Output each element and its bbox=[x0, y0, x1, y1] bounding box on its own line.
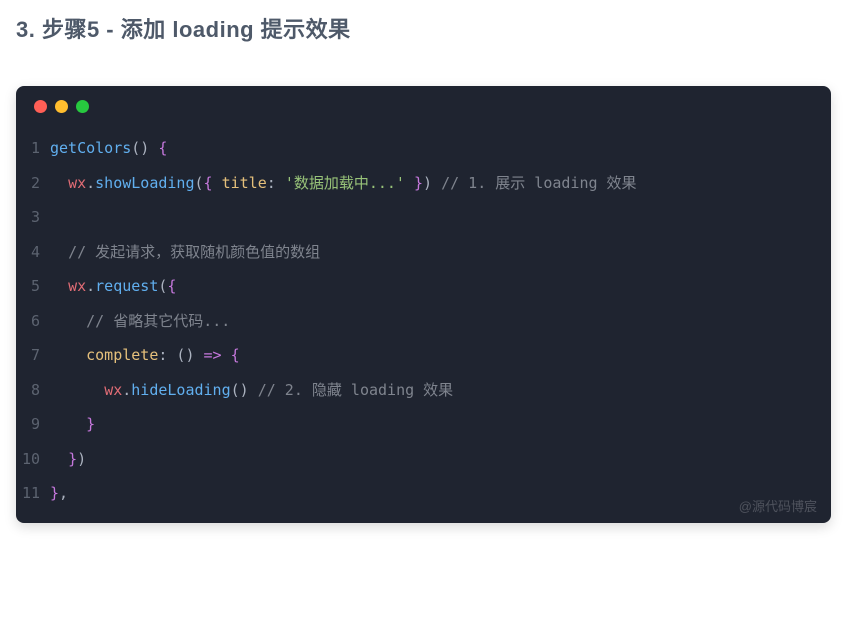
code-token: { bbox=[167, 277, 176, 295]
line-content: getColors() { bbox=[50, 131, 831, 166]
code-line: 8 wx.hideLoading() // 2. 隐藏 loading 效果 bbox=[16, 373, 831, 408]
code-token: { bbox=[204, 174, 213, 192]
line-number: 8 bbox=[16, 373, 50, 408]
code-token bbox=[50, 312, 86, 330]
code-token: . bbox=[86, 277, 95, 295]
code-token: : () bbox=[158, 346, 203, 364]
line-number: 1 bbox=[16, 131, 50, 166]
line-content: complete: () => { bbox=[50, 338, 831, 373]
line-number: 6 bbox=[16, 304, 50, 339]
line-number: 5 bbox=[16, 269, 50, 304]
line-content: wx.request({ bbox=[50, 269, 831, 304]
code-token: // 省略其它代码... bbox=[86, 312, 230, 330]
code-line: 4 // 发起请求，获取随机颜色值的数组 bbox=[16, 235, 831, 270]
section-heading: 3. 步骤5 - 添加 loading 提示效果 bbox=[0, 0, 847, 44]
code-token: ) bbox=[423, 174, 441, 192]
code-area[interactable]: 1getColors() {2 wx.showLoading({ title: … bbox=[16, 123, 831, 523]
code-token: , bbox=[59, 484, 68, 502]
code-line: 6 // 省略其它代码... bbox=[16, 304, 831, 339]
line-content: wx.showLoading({ title: '数据加载中...' }) //… bbox=[50, 166, 831, 201]
code-token bbox=[50, 381, 104, 399]
traffic-light-yellow-icon bbox=[55, 100, 68, 113]
traffic-light-red-icon bbox=[34, 100, 47, 113]
line-number: 3 bbox=[16, 200, 50, 235]
code-token: request bbox=[95, 277, 158, 295]
code-line: 1getColors() { bbox=[16, 131, 831, 166]
code-token bbox=[222, 346, 231, 364]
code-token: wx bbox=[68, 277, 86, 295]
code-token bbox=[50, 174, 68, 192]
code-line: 10 }) bbox=[16, 442, 831, 477]
traffic-light-green-icon bbox=[76, 100, 89, 113]
code-token: . bbox=[122, 381, 131, 399]
code-block: 1getColors() {2 wx.showLoading({ title: … bbox=[16, 86, 831, 523]
line-content bbox=[50, 200, 831, 235]
code-token bbox=[50, 277, 68, 295]
code-token: { bbox=[231, 346, 240, 364]
code-token bbox=[50, 346, 86, 364]
code-line: 3 bbox=[16, 200, 831, 235]
line-number: 9 bbox=[16, 407, 50, 442]
line-content: }, bbox=[50, 476, 831, 511]
code-token: wx bbox=[104, 381, 122, 399]
line-number: 10 bbox=[16, 442, 50, 477]
code-token bbox=[50, 243, 68, 261]
code-token: . bbox=[86, 174, 95, 192]
code-line: 11}, bbox=[16, 476, 831, 511]
code-token: } bbox=[414, 174, 423, 192]
code-token: title bbox=[222, 174, 267, 192]
code-token: ( bbox=[195, 174, 204, 192]
code-token: // 2. 隐藏 loading 效果 bbox=[258, 381, 453, 399]
code-token: hideLoading bbox=[131, 381, 230, 399]
line-content: // 发起请求，获取随机颜色值的数组 bbox=[50, 235, 831, 270]
code-token bbox=[213, 174, 222, 192]
line-content: // 省略其它代码... bbox=[50, 304, 831, 339]
code-token bbox=[405, 174, 414, 192]
code-token: } bbox=[50, 484, 59, 502]
code-token: '数据加载中...' bbox=[285, 174, 405, 192]
line-number: 11 bbox=[16, 476, 50, 511]
code-token: showLoading bbox=[95, 174, 194, 192]
line-content: } bbox=[50, 407, 831, 442]
code-token: => bbox=[204, 346, 222, 364]
code-token: complete bbox=[86, 346, 158, 364]
code-token bbox=[50, 450, 68, 468]
code-token: wx bbox=[68, 174, 86, 192]
code-token: getColors bbox=[50, 139, 131, 157]
code-line: 2 wx.showLoading({ title: '数据加载中...' }) … bbox=[16, 166, 831, 201]
code-token: () bbox=[131, 139, 158, 157]
code-token: () bbox=[231, 381, 258, 399]
code-token: // 发起请求，获取随机颜色值的数组 bbox=[68, 243, 320, 261]
code-token: // 1. 展示 loading 效果 bbox=[441, 174, 636, 192]
code-line: 7 complete: () => { bbox=[16, 338, 831, 373]
window-traffic-lights bbox=[16, 86, 831, 123]
code-token bbox=[50, 415, 86, 433]
line-content: wx.hideLoading() // 2. 隐藏 loading 效果 bbox=[50, 373, 831, 408]
code-line: 5 wx.request({ bbox=[16, 269, 831, 304]
line-content: }) bbox=[50, 442, 831, 477]
code-token: } bbox=[68, 450, 77, 468]
code-line: 9 } bbox=[16, 407, 831, 442]
line-number: 4 bbox=[16, 235, 50, 270]
code-token: } bbox=[86, 415, 95, 433]
code-token: : bbox=[267, 174, 285, 192]
line-number: 2 bbox=[16, 166, 50, 201]
watermark: @源代码博宸 bbox=[739, 496, 817, 515]
code-token: ) bbox=[77, 450, 86, 468]
line-number: 7 bbox=[16, 338, 50, 373]
code-token: { bbox=[158, 139, 167, 157]
